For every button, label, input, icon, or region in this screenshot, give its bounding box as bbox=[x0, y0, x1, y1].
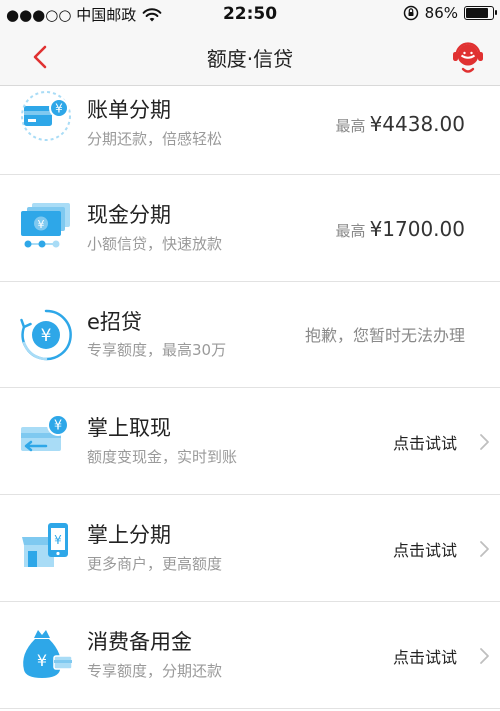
try-it-link[interactable]: 点击试试 bbox=[393, 644, 457, 668]
item-title: e招贷 bbox=[87, 310, 142, 334]
try-it-link[interactable]: 点击试试 bbox=[393, 430, 457, 454]
svg-text:¥: ¥ bbox=[41, 326, 52, 346]
list-item-mobile-installment[interactable]: ¥ 掌上分期 更多商户，更高额度 点击试试 bbox=[0, 495, 500, 602]
svg-text:¥: ¥ bbox=[37, 651, 47, 670]
orientation-lock-icon bbox=[403, 5, 418, 21]
item-title: 掌上分期 bbox=[87, 523, 171, 547]
list-item-e-loan[interactable]: ¥ e招贷 专享额度，最高30万 抱歉，您暂时无法办理 bbox=[0, 282, 500, 388]
mobile-cash-icon: ¥ bbox=[21, 414, 69, 452]
list-item-cash-installment[interactable]: ¥ 现金分期 小额信贷，快速放款 最高 ¥1700.00 bbox=[0, 175, 500, 282]
status-right: 86% bbox=[403, 4, 497, 22]
list-item-mobile-cash[interactable]: ¥ 掌上取现 额度变现金，实时到账 点击试试 bbox=[0, 388, 500, 495]
item-subtitle: 小额信贷，快速放款 bbox=[87, 235, 223, 253]
item-title: 消费备用金 bbox=[87, 630, 192, 654]
limit-amount: ¥1700.00 bbox=[369, 217, 465, 241]
list-item-bill-installment[interactable]: ¥ 账单分期 分期还款，倍感轻松 最高 ¥4438.00 bbox=[0, 86, 500, 175]
mobile-installment-icon: ¥ bbox=[22, 523, 68, 567]
item-title: 掌上取现 bbox=[87, 416, 171, 440]
svg-text:¥: ¥ bbox=[38, 218, 45, 231]
battery-level bbox=[466, 8, 488, 18]
item-limit: 最高 ¥1700.00 bbox=[336, 217, 465, 241]
svg-text:¥: ¥ bbox=[54, 533, 62, 547]
limit-prefix: 最高 bbox=[335, 222, 366, 240]
customer-service-icon[interactable] bbox=[450, 38, 486, 76]
item-subtitle: 分期还款，倍感轻松 bbox=[87, 130, 223, 148]
battery-percent: 86% bbox=[424, 4, 458, 22]
svg-text:¥: ¥ bbox=[55, 102, 63, 116]
status-bar: ●●●○○ 中国邮政 22:50 86% bbox=[0, 0, 500, 28]
list-item-consumer-reserve[interactable]: ¥ 消费备用金 专享额度，分期还款 点击试试 bbox=[0, 602, 500, 709]
nav-bar: 额度·信贷 bbox=[0, 28, 500, 86]
item-subtitle: 额度变现金，实时到账 bbox=[87, 448, 238, 466]
bill-installment-icon: ¥ bbox=[21, 91, 71, 141]
e-loan-icon: ¥ bbox=[20, 309, 72, 361]
try-it-link[interactable]: 点击试试 bbox=[393, 537, 457, 561]
item-subtitle: 专享额度，最高30万 bbox=[87, 341, 227, 359]
limit-prefix: 最高 bbox=[335, 117, 366, 135]
svg-text:¥: ¥ bbox=[54, 419, 62, 434]
item-title: 账单分期 bbox=[87, 98, 171, 122]
item-subtitle: 更多商户，更高额度 bbox=[87, 555, 223, 573]
product-list: ¥ 账单分期 分期还款，倍感轻松 最高 ¥4438.00 ¥ 现金分期 小额信贷… bbox=[0, 86, 500, 709]
item-subtitle: 专享额度，分期还款 bbox=[87, 662, 223, 680]
battery-icon bbox=[464, 6, 497, 20]
cash-installment-icon: ¥ bbox=[21, 203, 70, 248]
item-title: 现金分期 bbox=[87, 203, 171, 227]
chevron-right-icon bbox=[480, 434, 489, 450]
limit-amount: ¥4438.00 bbox=[369, 112, 465, 136]
consumer-reserve-icon: ¥ bbox=[23, 630, 73, 678]
item-limit: 最高 ¥4438.00 bbox=[336, 112, 465, 136]
page-title: 额度·信贷 bbox=[206, 47, 294, 71]
chevron-right-icon bbox=[480, 541, 489, 557]
chevron-right-icon bbox=[480, 648, 489, 664]
item-status: 抱歉，您暂时无法办理 bbox=[304, 326, 465, 345]
